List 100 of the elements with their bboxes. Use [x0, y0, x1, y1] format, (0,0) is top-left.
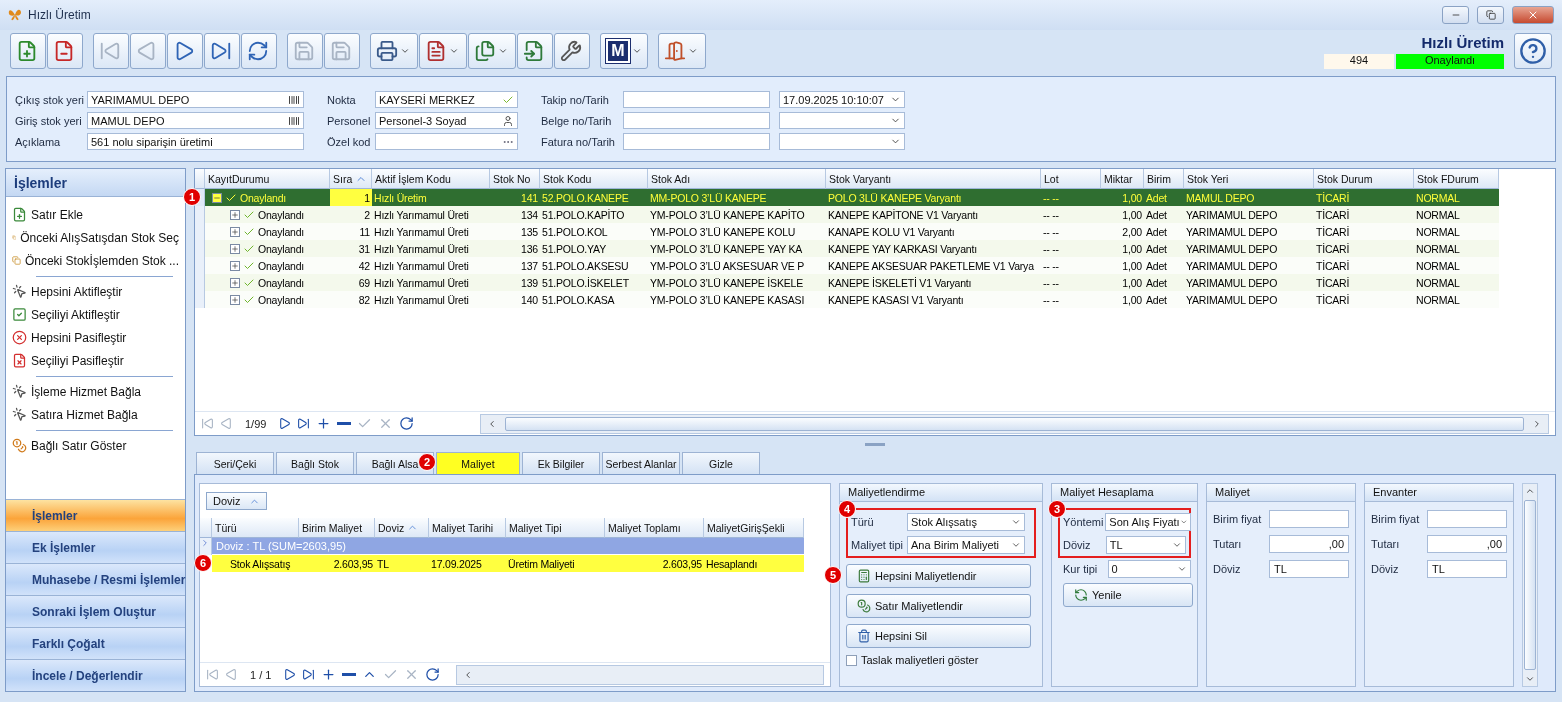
combo-field[interactable]: 17.09.2025 10:10:07 [779, 91, 905, 108]
column-header[interactable]: Maliyet Toplamı [605, 518, 704, 538]
toolbar-button[interactable] [419, 33, 467, 69]
column-header[interactable]: Türü [212, 518, 299, 538]
column-header[interactable]: Sıra [330, 169, 372, 189]
input-field[interactable]: TL [1427, 559, 1507, 578]
vertical-scrollbar[interactable] [1522, 483, 1538, 687]
column-header[interactable]: Aktif İşlem Kodu [372, 169, 490, 189]
last-record-icon [302, 668, 316, 681]
combo-field[interactable]: Stok Alışsatış [907, 512, 1025, 531]
combo-field[interactable]: 0 [1107, 559, 1191, 578]
column-header[interactable]: Maliyet Tarihi [429, 518, 506, 538]
toolbar-button[interactable] [370, 33, 418, 69]
input-field[interactable] [623, 91, 770, 108]
toolbar-button[interactable] [10, 33, 46, 69]
input-field[interactable]: TL [1269, 559, 1349, 578]
column-header[interactable]: Miktar [1101, 169, 1144, 189]
column-header[interactable]: Birim Maliyet [299, 518, 375, 538]
expand-icon[interactable] [230, 226, 240, 237]
nav-group[interactable]: Farklı Çoğalt [6, 627, 185, 659]
column-header[interactable]: Stok Durum [1314, 169, 1414, 189]
sidebar-item[interactable]: Seçiliyi Pasifleştir [12, 351, 179, 370]
minimize-button[interactable] [1442, 6, 1469, 24]
input-field[interactable]: 561 nolu siparişin üretimi [87, 133, 304, 150]
tab[interactable]: Gizle [682, 452, 760, 474]
combo-field[interactable]: Son Alış Fiyatı [1105, 512, 1192, 531]
combo-field[interactable]: Ana Birim Maliyeti [907, 535, 1025, 554]
input-field[interactable] [623, 133, 770, 150]
input-field[interactable] [1269, 509, 1349, 528]
toolbar-button[interactable] [204, 33, 240, 69]
input-field[interactable]: ,00 [1427, 534, 1507, 553]
column-header[interactable]: Doviz [375, 518, 429, 538]
tab[interactable]: Bağlı Stok [276, 452, 354, 474]
toolbar-button[interactable] [517, 33, 553, 69]
column-header[interactable]: Stok Adı [648, 169, 826, 189]
tab[interactable]: Maliyet [436, 452, 520, 474]
toolbar-button[interactable] [47, 33, 83, 69]
toolbar-button[interactable] [658, 33, 706, 69]
close-button[interactable] [1512, 6, 1554, 24]
column-header[interactable]: Maliyet Tipi [506, 518, 605, 538]
column-header[interactable]: Stok Kodu [540, 169, 648, 189]
sidebar-item[interactable]: Hepsini Pasifleştir [12, 328, 179, 347]
column-header[interactable]: Stok Varyantı [826, 169, 1041, 189]
remove-icon[interactable] [337, 422, 352, 425]
toolbar-button[interactable] [241, 33, 277, 69]
help-button[interactable] [1514, 33, 1552, 69]
nav-group[interactable]: Muhasebe / Resmi İşlemler [6, 563, 185, 595]
column-header[interactable]: Stok Yeri [1184, 169, 1314, 189]
horizontal-scrollbar[interactable] [456, 664, 824, 685]
tab[interactable]: Seri/Çeki [196, 452, 274, 474]
nav-group[interactable]: Sonraki İşlem Oluştur [6, 595, 185, 627]
splitter-grip-icon[interactable] [865, 442, 885, 446]
input-field[interactable]: KAYSERİ MERKEZ [375, 91, 518, 108]
action-button[interactable]: Satır Maliyetlendir [846, 594, 1031, 618]
expand-icon[interactable] [230, 260, 240, 271]
maximize-button[interactable] [1477, 6, 1504, 24]
combo-field[interactable] [779, 133, 905, 150]
toolbar-button[interactable] [468, 33, 516, 69]
tab[interactable]: Ek Bilgiler [522, 452, 600, 474]
input-field[interactable]: Personel-3 Soyad [375, 112, 518, 129]
expand-icon[interactable] [230, 209, 240, 220]
column-header[interactable]: Stok FDurum [1414, 169, 1499, 189]
input-field[interactable] [1427, 509, 1507, 528]
nav-group[interactable]: İşlemler [6, 499, 185, 531]
toolbar-button[interactable] [554, 33, 590, 69]
toolbar-button[interactable]: M [600, 33, 648, 69]
toolbar-button[interactable] [167, 33, 203, 69]
tab[interactable]: Serbest Alanlar [602, 452, 680, 474]
column-header[interactable]: Lot [1041, 169, 1101, 189]
expand-icon[interactable] [230, 294, 240, 305]
checkbox[interactable] [846, 654, 857, 666]
sidebar-item[interactable]: Önceki Stokİşlemden Stok ... [12, 251, 179, 270]
refresh-button[interactable]: Yenile [1063, 583, 1193, 607]
input-field[interactable]: MAMUL DEPO [87, 112, 304, 129]
column-header[interactable]: Stok No [490, 169, 540, 189]
input-field[interactable] [623, 112, 770, 129]
group-by-chip[interactable]: Doviz [206, 492, 267, 510]
sidebar-item[interactable]: Satıra Hizmet Bağla [12, 405, 179, 424]
action-button[interactable]: Hepsini Sil [846, 624, 1031, 648]
action-button[interactable]: Hepsini Maliyetlendir [846, 564, 1031, 588]
input-field[interactable]: ,00 [1269, 534, 1349, 553]
input-field[interactable]: YARIMAMUL DEPO [87, 91, 304, 108]
expand-icon[interactable] [230, 243, 240, 254]
scroll-thumb[interactable] [1524, 500, 1536, 670]
combo-field[interactable]: TL [1105, 535, 1186, 554]
nav-group[interactable]: Ek İşlemler [6, 531, 185, 563]
remove-icon[interactable] [342, 673, 357, 676]
column-header[interactable]: Birim [1144, 169, 1184, 189]
column-header[interactable]: KayıtDurumu [205, 169, 330, 189]
horizontal-scrollbar[interactable] [480, 413, 1549, 434]
input-field[interactable] [375, 133, 518, 150]
expand-icon[interactable] [230, 277, 240, 288]
nav-group[interactable]: İncele / Değerlendir [6, 659, 185, 691]
combo-field[interactable] [779, 112, 905, 129]
column-header[interactable]: MaliyetGirişŞekli [704, 518, 804, 538]
collapse-icon[interactable] [212, 192, 222, 203]
scroll-thumb[interactable] [505, 416, 1524, 431]
sidebar-item[interactable]: Satır Ekle [12, 205, 179, 224]
sidebar-item[interactable]: Seçiliyi Aktifleştir [12, 305, 179, 324]
sidebar-item[interactable]: Önceki AlışSatışdan Stok Seç [12, 228, 179, 247]
